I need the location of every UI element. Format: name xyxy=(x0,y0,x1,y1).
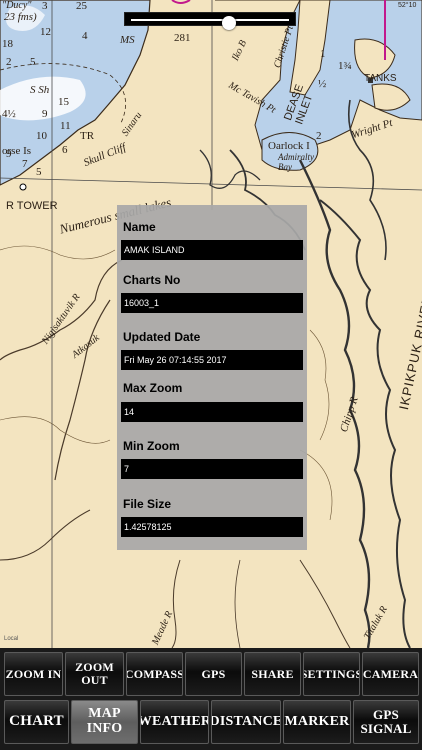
charts-no-value: 16003_1 xyxy=(121,293,303,313)
gps-signal-button[interactable]: GPS SIGNAL xyxy=(353,700,419,744)
sounding-value: 1¾ xyxy=(338,60,352,72)
max-zoom-label: Max Zoom xyxy=(123,381,183,395)
sounding-value: 25 xyxy=(76,0,87,12)
sounding-value: 2 xyxy=(316,130,322,142)
marker-button[interactable]: MARKER xyxy=(283,700,351,744)
local-label: Local xyxy=(4,636,19,642)
gps-button[interactable]: GPS xyxy=(185,652,242,696)
map-info-button[interactable]: MAP INFO xyxy=(71,700,138,744)
sounding-value: 11 xyxy=(60,120,71,132)
map-info-panel: Name AMAK ISLAND Charts No 16003_1 Updat… xyxy=(117,205,307,550)
file-size-label: File Size xyxy=(123,497,172,511)
ms-label: MS xyxy=(120,34,135,46)
name-value: AMAK ISLAND xyxy=(121,240,303,260)
gps-readout-label: 52°10 xyxy=(398,2,417,9)
zoom-slider-thumb[interactable] xyxy=(221,16,236,30)
sounding-value: 1 xyxy=(320,48,326,60)
admiralty-bay-label: Admiralty Bay xyxy=(278,152,314,172)
sounding-value: 15 xyxy=(58,96,69,108)
min-zoom-value: 7 xyxy=(121,459,303,479)
charts-no-label: Charts No xyxy=(123,273,181,287)
gps-signal-line2: SIGNAL xyxy=(360,721,412,736)
sounding-value: 18 xyxy=(2,38,13,50)
sounding-value: 12 xyxy=(40,26,51,38)
sounding-value: 10 xyxy=(36,130,47,142)
oarlock-label: Oarlock I xyxy=(268,140,310,152)
chart-button[interactable]: CHART xyxy=(4,700,69,744)
zoom-slider-track xyxy=(131,16,289,30)
name-label: Name xyxy=(123,220,156,234)
sounding-value: 5 xyxy=(30,56,36,68)
compass-button[interactable]: COMPASS xyxy=(126,652,183,696)
sh-label: S Sh xyxy=(30,84,50,96)
zoom-slider[interactable] xyxy=(124,12,296,30)
max-zoom-value: 14 xyxy=(121,402,303,422)
sounding-value: 7 xyxy=(22,158,28,170)
settings-button[interactable]: SETTINGS xyxy=(303,652,360,696)
gps-signal-line1: GPS xyxy=(373,707,399,723)
sounding-value: 4 xyxy=(82,30,88,42)
updated-date-label: Updated Date xyxy=(123,330,201,344)
updated-date-value: Fri May 26 07:14:55 2017 xyxy=(121,350,303,370)
min-zoom-label: Min Zoom xyxy=(123,439,180,453)
sounding-value: 3 xyxy=(42,0,48,12)
zoom-in-button[interactable]: ZOOM IN xyxy=(4,652,63,696)
sounding-value: 6 xyxy=(62,144,68,156)
tr-label: TR xyxy=(80,130,95,142)
sounding-value: 5 xyxy=(36,166,42,178)
r-tower-label: R TOWER xyxy=(6,200,58,212)
tanks-label: TANKS xyxy=(364,73,397,84)
share-button[interactable]: SHARE xyxy=(244,652,301,696)
sounding-value: 4½ xyxy=(2,108,16,120)
buoy-label: "Ducy" xyxy=(2,0,32,11)
fathom-label: 23 fms) xyxy=(4,11,37,23)
weather-button[interactable]: WEATHER xyxy=(140,700,209,744)
number-281-label: 281 xyxy=(174,32,191,44)
sounding-value: 2 xyxy=(6,56,12,68)
sounding-value: 9 xyxy=(42,108,48,120)
sounding-value: orse Is xyxy=(2,145,32,157)
file-size-value: 1.42578125 xyxy=(121,517,303,537)
camera-button[interactable]: CAMERA xyxy=(362,652,419,696)
zoom-out-button[interactable]: ZOOM OUT xyxy=(65,652,124,696)
distance-button[interactable]: DISTANCE xyxy=(211,700,281,744)
sounding-value: ½ xyxy=(318,78,327,90)
